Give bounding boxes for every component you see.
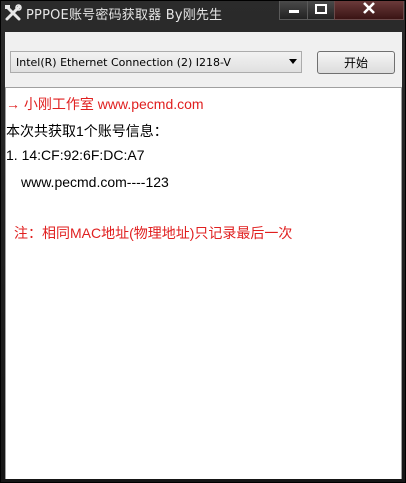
output-log[interactable]: → 小刚工作室 www.pecmd.com 本次共获取1个账号信息： 1. 14… [5,88,402,479]
app-window: PPPOE账号密码获取器 By刚先生 Intel(R) Ethernet Con… [0,0,406,483]
adapter-dropdown[interactable]: Intel(R) Ethernet Connection (2) I218-V [10,51,302,73]
output-border [401,88,402,479]
client-area: Intel(R) Ethernet Connection (2) I218-V … [5,32,402,479]
close-icon [362,2,376,18]
tools-icon [4,4,22,22]
note-line: 注：相同MAC地址(物理地址)只记录最后一次 [14,225,293,241]
chevron-down-icon [289,59,297,64]
toolbar: Intel(R) Ethernet Connection (2) I218-V … [5,32,402,88]
maximize-button[interactable] [307,1,334,20]
mac-address-line: 1. 14:CF:92:6F:DC:A7 [6,147,145,163]
maximize-icon [315,3,327,18]
adapter-selected-value: Intel(R) Ethernet Connection (2) I218-V [16,56,231,69]
summary-line: 本次共获取1个账号信息： [6,123,168,139]
window-title: PPPOE账号密码获取器 By刚先生 [26,8,223,23]
minimize-button[interactable] [279,1,307,20]
close-button[interactable] [334,1,404,20]
start-button[interactable]: 开始 [317,51,395,74]
credit-line: → 小刚工作室 www.pecmd.com [6,96,204,112]
minimize-icon [288,3,300,18]
account-line: www.pecmd.com----123 [21,174,169,190]
title-bar[interactable]: PPPOE账号密码获取器 By刚先生 [1,1,405,25]
